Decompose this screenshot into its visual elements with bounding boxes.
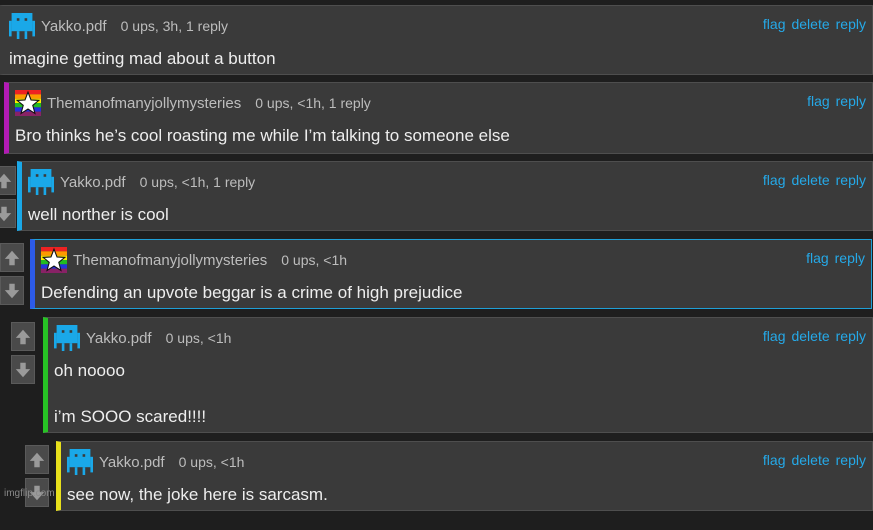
upvote-button[interactable] <box>0 166 16 195</box>
username[interactable]: Yakko.pdf <box>41 18 107 35</box>
delete-link[interactable]: delete <box>791 452 829 468</box>
reply-link[interactable]: reply <box>836 172 866 188</box>
watermark: imgflip.com <box>4 488 55 499</box>
delete-link[interactable]: delete <box>791 328 829 344</box>
comment: Yakko.pdf 0 ups, <1h flag delete reply o… <box>43 317 873 433</box>
rainbow-star-avatar-icon <box>15 90 41 116</box>
pixel-avatar-icon <box>9 13 35 39</box>
reply-link[interactable]: reply <box>836 452 866 468</box>
comment: Yakko.pdf 0 ups, <1h, 1 reply flag delet… <box>17 161 873 231</box>
pixel-avatar-icon <box>28 169 54 195</box>
comment-text: Defending an upvote beggar is a crime of… <box>41 283 463 302</box>
comment: Yakko.pdf 0 ups, 3h, 1 reply flag delete… <box>0 5 873 75</box>
reply-link[interactable]: reply <box>836 328 866 344</box>
flag-link[interactable]: flag <box>763 328 786 344</box>
arrow-down-icon <box>0 206 12 221</box>
username[interactable]: Yakko.pdf <box>86 330 152 347</box>
username[interactable]: Yakko.pdf <box>99 454 165 471</box>
comment-text: well norther is cool <box>28 205 169 224</box>
arrow-down-icon <box>4 283 20 298</box>
downvote-button[interactable] <box>11 355 35 384</box>
comment-text: imagine getting mad about a button <box>9 49 276 68</box>
username[interactable]: Themanofmanyjollymysteries <box>47 95 241 112</box>
downvote-button[interactable] <box>0 199 16 228</box>
flag-link[interactable]: flag <box>806 250 829 266</box>
comment: Themanofmanyjollymysteries 0 ups, <1h, 1… <box>4 82 873 154</box>
comment-meta: 0 ups, <1h <box>178 454 245 470</box>
comment-meta: 0 ups, <1h, 1 reply <box>255 95 371 111</box>
arrow-down-icon <box>15 362 31 377</box>
comment: Themanofmanyjollymysteries 0 ups, <1h fl… <box>30 239 872 309</box>
username[interactable]: Yakko.pdf <box>60 174 126 191</box>
comment-meta: 0 ups, <1h <box>165 330 232 346</box>
username[interactable]: Themanofmanyjollymysteries <box>73 252 267 269</box>
reply-link[interactable]: reply <box>835 250 865 266</box>
rainbow-star-avatar-icon <box>41 247 67 273</box>
comment-meta: 0 ups, <1h, 1 reply <box>139 174 256 190</box>
pixel-avatar-icon <box>54 325 80 351</box>
reply-link[interactable]: reply <box>836 93 866 109</box>
downvote-button[interactable] <box>0 276 24 305</box>
flag-link[interactable]: flag <box>763 172 786 188</box>
arrow-up-icon <box>0 173 12 188</box>
comment-body: oh noooo i’m SOOO scared!!!! <box>54 360 860 452</box>
comment-text: i’m SOOO scared!!!! <box>54 407 207 426</box>
delete-link[interactable]: delete <box>791 16 829 32</box>
upvote-button[interactable] <box>25 445 49 474</box>
comment-body: see now, the joke here is sarcasm. <box>67 484 860 530</box>
upvote-button[interactable] <box>11 322 35 351</box>
comment: Yakko.pdf 0 ups, <1h flag delete reply s… <box>56 441 873 511</box>
comment-meta: 0 ups, 3h, 1 reply <box>120 18 229 34</box>
reply-link[interactable]: reply <box>836 16 866 32</box>
flag-link[interactable]: flag <box>807 93 830 109</box>
arrow-up-icon <box>29 452 45 467</box>
upvote-button[interactable] <box>0 243 24 272</box>
delete-link[interactable]: delete <box>791 172 829 188</box>
comment-text: Bro thinks he’s cool roasting me while I… <box>15 126 510 145</box>
pixel-avatar-icon <box>67 449 93 475</box>
flag-link[interactable]: flag <box>763 16 786 32</box>
flag-link[interactable]: flag <box>763 452 786 468</box>
comment-text: oh noooo <box>54 361 125 380</box>
arrow-up-icon <box>15 329 31 344</box>
arrow-up-icon <box>4 250 20 265</box>
comment-text: see now, the joke here is sarcasm. <box>67 485 328 504</box>
comment-meta: 0 ups, <1h <box>281 252 348 268</box>
